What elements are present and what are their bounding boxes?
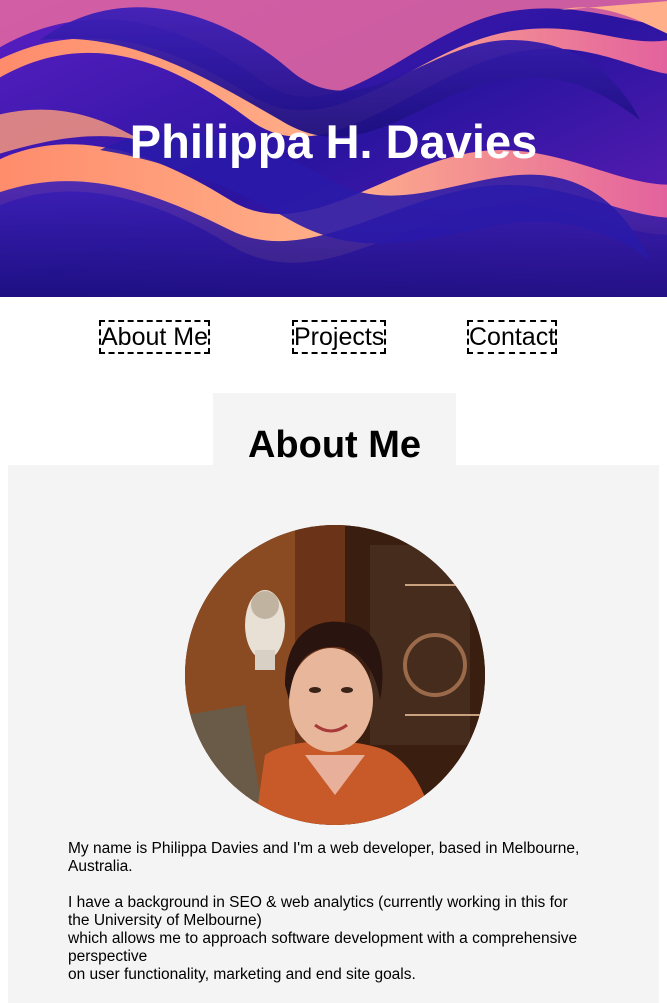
nav-link-contact[interactable]: Contact — [467, 320, 558, 354]
nav-link-projects[interactable]: Projects — [292, 320, 387, 354]
bio-line: on user functionality, marketing and end… — [68, 966, 416, 983]
about-bio: My name is Philippa Davies and I'm a web… — [68, 840, 608, 984]
profile-photo — [185, 525, 485, 825]
bio-line: My name is Philippa Davies and I'm a web… — [68, 840, 580, 857]
about-section-heading: About Me — [247, 424, 422, 466]
main-navigation: About Me Projects Contact — [0, 297, 667, 393]
bio-line: the University of Melbourne) — [68, 912, 262, 929]
bio-line: perspective — [68, 948, 148, 965]
bio-line: Australia. — [68, 858, 133, 875]
bio-line: I have a background in SEO & web analyti… — [68, 894, 568, 911]
site-title: Philippa H. Davies — [129, 115, 538, 168]
hero-banner: Philippa H. Davies — [0, 0, 667, 297]
bio-line: which allows me to approach software dev… — [68, 930, 578, 947]
portrait-photo-icon — [185, 525, 485, 825]
nav-link-about-me[interactable]: About Me — [99, 320, 211, 354]
